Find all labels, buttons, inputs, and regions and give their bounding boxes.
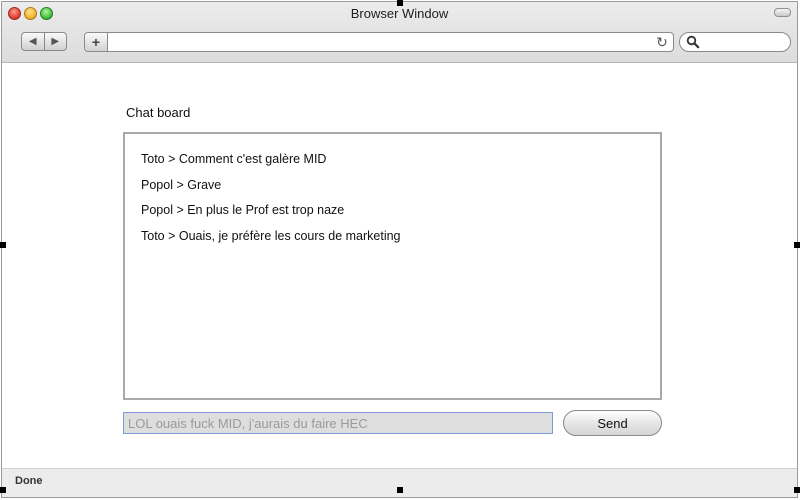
resize-handle-bottom-left[interactable]	[0, 487, 6, 493]
resize-handle-top[interactable]	[397, 0, 403, 6]
resize-handle-right[interactable]	[794, 242, 800, 248]
search-icon	[686, 35, 700, 49]
resize-handle-bottom-right[interactable]	[794, 487, 800, 493]
chat-message: Popol > En plus le Prof est trop naze	[141, 203, 345, 217]
plus-icon: +	[91, 34, 101, 50]
toolbar-toggle-button[interactable]	[774, 8, 791, 17]
status-text: Done	[15, 475, 43, 487]
reload-icon[interactable]: ↻	[654, 34, 670, 50]
back-arrow-icon: ◀	[28, 36, 37, 47]
chat-message: Toto > Ouais, je préfère les cours de ma…	[141, 228, 401, 243]
window-title: Browser Window	[350, 6, 449, 21]
chat-board[interactable]: Toto > Comment c'est galère MID Popol > …	[123, 132, 662, 400]
nav-buttons: ◀ ▶	[21, 32, 67, 51]
search-box	[679, 32, 791, 52]
resize-handle-bottom[interactable]	[397, 487, 403, 493]
page-content: Chat board Toto > Comment c'est galère M…	[2, 63, 797, 468]
chat-message: Popol > Grave	[141, 177, 222, 192]
send-button[interactable]: Send	[563, 410, 662, 436]
forward-arrow-icon: ▶	[51, 36, 60, 47]
forward-button[interactable]: ▶	[43, 33, 67, 50]
search-input[interactable]	[702, 34, 788, 52]
title-bar: Browser Window ◀ ▶ + ↻	[2, 2, 797, 63]
reload-glyph: ↻	[656, 33, 668, 50]
address-input[interactable]	[109, 33, 657, 51]
address-bar: + ↻	[84, 32, 674, 52]
back-button[interactable]: ◀	[22, 33, 44, 50]
browser-window: Browser Window ◀ ▶ + ↻ Chat board Toto >…	[1, 1, 798, 498]
chat-message: Toto > Comment c'est galère MID	[141, 152, 327, 166]
resize-handle-left[interactable]	[0, 242, 6, 248]
message-input[interactable]	[123, 412, 553, 434]
chat-board-title: Chat board	[126, 105, 191, 120]
add-bookmark-button[interactable]: +	[85, 33, 108, 51]
message-list: Toto > Comment c'est galère MID Popol > …	[125, 134, 660, 252]
